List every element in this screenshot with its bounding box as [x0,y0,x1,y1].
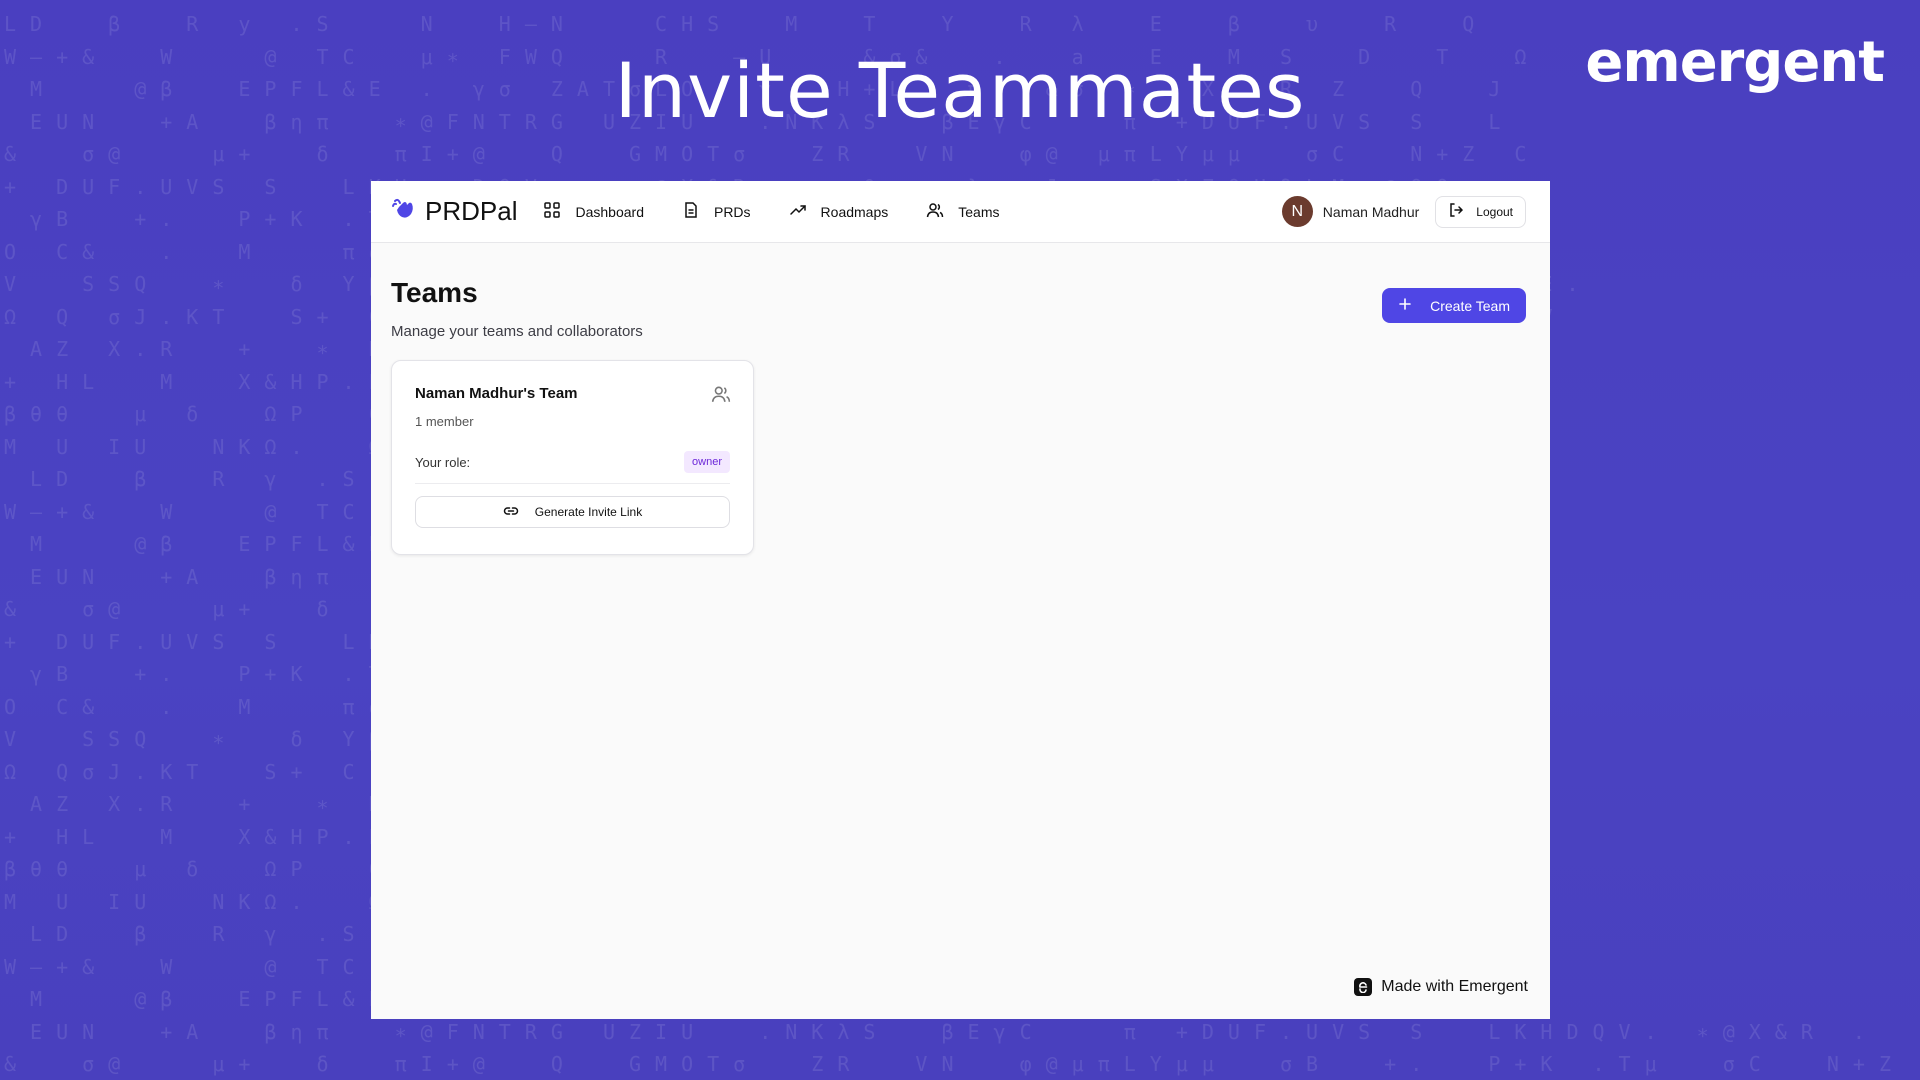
plus-icon [1398,297,1412,314]
app-name: PRDPal [425,196,518,226]
made-with-label: Made with Emergent [1381,978,1528,995]
create-team-label: Create Team [1430,297,1510,314]
users-icon [711,384,731,409]
generate-invite-link-button[interactable]: Generate Invite Link [415,496,730,528]
link-icon [503,503,519,522]
nav-roadmaps[interactable]: Roadmaps [789,201,889,222]
nav-prds[interactable]: PRDs [682,201,751,222]
nav-label: PRDs [713,203,751,220]
document-icon [682,201,700,222]
made-with-emergent-badge[interactable]: Made with Emergent [1354,978,1528,996]
app-logo[interactable]: PRDPal [391,196,517,227]
users-icon [926,201,944,222]
role-badge: owner [684,451,730,473]
member-count: 1 member [415,414,474,429]
nav-label: Roadmaps [820,203,889,220]
nav-label: Dashboard [575,203,644,220]
invite-button-label: Generate Invite Link [534,505,643,519]
user-name: Naman Madhur [1322,203,1420,220]
nav-dashboard[interactable]: Dashboard [543,201,644,222]
role-row: Your role: owner [415,451,730,484]
emergent-icon [1354,978,1373,996]
team-card[interactable]: Naman Madhur's Team 1 member Your role: … [391,360,754,555]
logout-label: Logout [1476,204,1513,219]
top-navbar: PRDPal Dashboard PRDs Roadmaps Teams N N… [371,181,1550,243]
avatar: N [1281,196,1313,227]
page-subtitle: Manage your teams and collaborators [391,323,643,340]
team-name: Naman Madhur's Team [415,385,578,402]
nav-label: Teams [958,203,1000,220]
hand-wave-icon [391,197,417,226]
nav-teams[interactable]: Teams [926,201,999,222]
role-label: Your role: [415,454,471,470]
logout-icon [1448,202,1464,221]
create-team-button[interactable]: Create Team [1382,288,1526,323]
emergent-logo: emergent [1585,30,1885,95]
trending-up-icon [789,201,807,222]
page-title: Teams [391,277,478,308]
page-header: Teams Manage your teams and collaborator… [371,243,1550,340]
user-menu[interactable]: N Naman Madhur [1281,196,1420,227]
grid-icon [543,201,561,222]
app-window: PRDPal Dashboard PRDs Roadmaps Teams N N… [371,181,1550,1019]
logout-button[interactable]: Logout [1435,195,1526,228]
